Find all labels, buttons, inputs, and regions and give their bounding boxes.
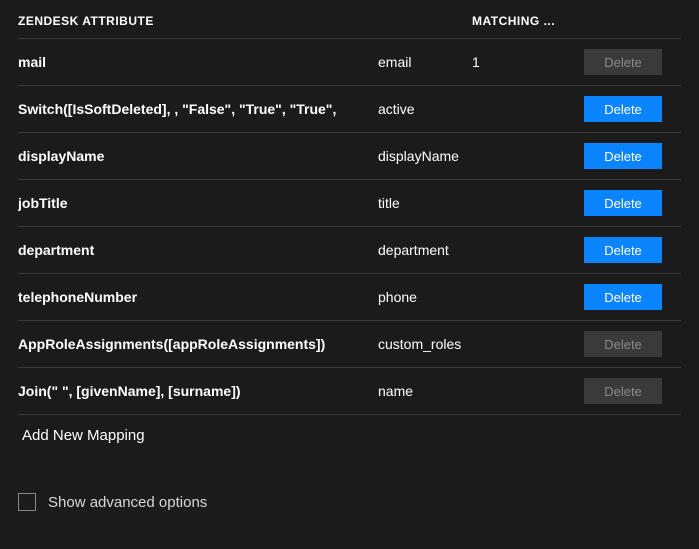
target-attribute-cell: displayName: [378, 148, 472, 164]
delete-button[interactable]: Delete: [584, 190, 662, 216]
target-attribute-cell: name: [378, 383, 472, 399]
action-cell: Delete: [572, 331, 662, 357]
target-attribute-cell: phone: [378, 289, 472, 305]
target-attribute-cell: department: [378, 242, 472, 258]
delete-button[interactable]: Delete: [584, 284, 662, 310]
table-row[interactable]: AppRoleAssignments([appRoleAssignments])…: [18, 321, 681, 368]
action-cell: Delete: [572, 143, 662, 169]
source-attribute-cell: displayName: [18, 148, 378, 164]
table-row[interactable]: telephoneNumberphone Delete: [18, 274, 681, 321]
target-attribute-cell: email: [378, 54, 472, 70]
delete-button[interactable]: Delete: [584, 237, 662, 263]
show-advanced-checkbox[interactable]: [18, 493, 36, 511]
attribute-mapping-panel: Zendesk Attribute Matching ... mailemail…: [0, 0, 699, 462]
action-cell: Delete: [572, 49, 662, 75]
source-attribute-cell: telephoneNumber: [18, 289, 378, 305]
target-attribute-cell: title: [378, 195, 472, 211]
header-zendesk-attribute: Zendesk Attribute: [18, 14, 378, 28]
table-row[interactable]: mailemail1 Delete: [18, 39, 681, 86]
source-attribute-cell: mail: [18, 54, 378, 70]
source-attribute-cell: AppRoleAssignments([appRoleAssignments]): [18, 336, 378, 352]
target-attribute-cell: custom_roles: [378, 336, 472, 352]
action-cell: Delete: [572, 284, 662, 310]
table-row[interactable]: Join(" ", [givenName], [surname])name Del…: [18, 368, 681, 415]
table-row[interactable]: Switch([IsSoftDeleted], , "False", "True…: [18, 86, 681, 133]
source-attribute-cell: Join(" ", [givenName], [surname]): [18, 383, 378, 399]
table-row[interactable]: departmentdepartment Delete: [18, 227, 681, 274]
delete-button: Delete: [584, 378, 662, 404]
action-cell: Delete: [572, 378, 662, 404]
table-row[interactable]: displayNamedisplayName Delete: [18, 133, 681, 180]
table-body: mailemail1 Delete Switch([IsSoftDeleted], …: [18, 39, 681, 415]
delete-button: Delete: [584, 49, 662, 75]
delete-button[interactable]: Delete: [584, 96, 662, 122]
add-new-mapping-link[interactable]: Add New Mapping: [18, 415, 681, 444]
table-header-row: Zendesk Attribute Matching ...: [18, 0, 681, 39]
source-attribute-cell: department: [18, 242, 378, 258]
source-attribute-cell: Switch([IsSoftDeleted], , "False", "True…: [18, 101, 378, 117]
table-row[interactable]: jobTitletitle Delete: [18, 180, 681, 227]
action-cell: Delete: [572, 96, 662, 122]
source-attribute-cell: jobTitle: [18, 195, 378, 211]
header-matching: Matching ...: [472, 14, 572, 28]
action-cell: Delete: [572, 190, 662, 216]
footer: Show advanced options: [18, 493, 207, 511]
delete-button: Delete: [584, 331, 662, 357]
delete-button[interactable]: Delete: [584, 143, 662, 169]
target-attribute-cell: active: [378, 101, 472, 117]
matching-precedence-cell: 1: [472, 54, 572, 70]
action-cell: Delete: [572, 237, 662, 263]
show-advanced-label: Show advanced options: [48, 494, 207, 511]
